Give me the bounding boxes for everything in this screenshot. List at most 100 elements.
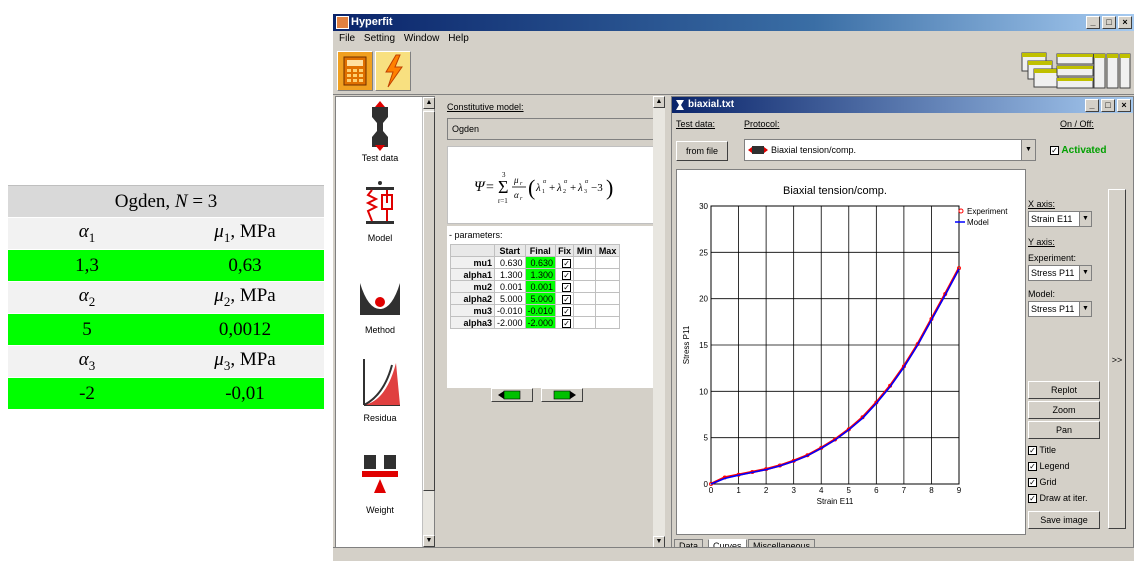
calculator-tool-button[interactable] (337, 51, 373, 91)
x-axis-select[interactable]: Strain E11 ▼ (1028, 211, 1092, 227)
param-min[interactable] (573, 280, 597, 293)
param-max[interactable] (595, 280, 621, 293)
sidebar-item-method[interactable]: Method (336, 269, 424, 339)
menu-help[interactable]: Help (448, 33, 469, 44)
menu-file[interactable]: File (339, 33, 355, 44)
copy-start-to-final-button[interactable] (541, 388, 583, 402)
maximize-button[interactable]: □ (1102, 16, 1116, 29)
close-button[interactable]: × (1118, 16, 1132, 29)
child-minimize-button[interactable]: _ (1085, 99, 1099, 112)
save-image-button[interactable]: Save image (1028, 511, 1100, 529)
param-max[interactable] (595, 256, 621, 269)
tile-vertical-button[interactable] (1092, 51, 1132, 91)
param-start[interactable]: -0.010 (494, 304, 526, 317)
param-start[interactable]: -2.000 (494, 316, 526, 329)
onoff-label: On / Off: (1060, 119, 1094, 129)
specimen-icon (676, 100, 684, 110)
fix-checkbox[interactable]: ✓ (562, 258, 572, 268)
param-final: -2.000 (524, 316, 557, 329)
sidebar-item-model[interactable]: Model (336, 181, 424, 251)
param-min[interactable] (573, 304, 597, 317)
zoom-button[interactable]: Zoom (1028, 401, 1100, 419)
param-max[interactable] (595, 268, 621, 281)
draw-at-iter-checkbox[interactable]: ✓ Draw at iter. (1028, 493, 1088, 503)
replot-button[interactable]: Replot (1028, 381, 1100, 399)
cascade-windows-button[interactable] (1020, 51, 1060, 91)
from-file-button[interactable]: from file (676, 141, 728, 161)
scroll-up-icon[interactable]: ▲ (423, 97, 435, 109)
series-line-experiment (710, 267, 961, 486)
fix-checkbox[interactable]: ✓ (562, 282, 572, 292)
scroll-down-icon[interactable]: ▼ (423, 535, 435, 547)
fix-checkbox[interactable]: ✓ (562, 294, 572, 304)
model-select[interactable]: Stress P11 ▼ (1028, 301, 1092, 317)
window-title: Hyperfit (351, 16, 393, 28)
param-start[interactable]: 1.300 (494, 268, 526, 281)
run-fit-tool-button[interactable] (375, 51, 411, 91)
child-close-button[interactable]: × (1117, 99, 1131, 112)
param-fix[interactable]: ✓ (555, 256, 575, 269)
activated-checkbox[interactable]: ✓ Activated (1050, 145, 1106, 156)
child-window-titlebar[interactable]: biaxial.txt _ □ × (672, 97, 1133, 113)
param-min[interactable] (573, 256, 597, 269)
param-start[interactable]: 0.630 (494, 256, 526, 269)
fix-checkbox[interactable]: ✓ (562, 270, 572, 280)
chart-area[interactable]: Biaxial tension/comp. 0 1 2 3 4 5 6 7 8 9 0 5 10 15 20 2… (676, 169, 1026, 535)
arrow-right-icon (553, 390, 576, 400)
param-final: 5.000 (524, 292, 557, 305)
fix-checkbox[interactable]: ✓ (562, 306, 572, 316)
param-fix[interactable]: ✓ (555, 280, 575, 293)
experiment-label: Experiment: (1028, 253, 1077, 263)
param-min[interactable] (573, 292, 597, 305)
param-fix[interactable]: ✓ (555, 292, 575, 305)
menu-setting[interactable]: Setting (364, 33, 395, 44)
minimize-button[interactable]: _ (1086, 16, 1100, 29)
sidebar-scrollbar[interactable]: ▲ ▼ (422, 97, 435, 547)
param-fix[interactable]: ✓ (555, 304, 575, 317)
param-min[interactable] (573, 316, 597, 329)
param-start[interactable]: 5.000 (494, 292, 526, 305)
pan-button[interactable]: Pan (1028, 421, 1100, 439)
expand-panel-button[interactable]: >> (1108, 189, 1126, 529)
chevron-down-icon[interactable]: ▼ (1021, 140, 1035, 160)
y-tick-label: 0 (704, 480, 709, 489)
param-max[interactable] (595, 292, 621, 305)
param-max[interactable] (595, 316, 621, 329)
param-fix[interactable]: ✓ (555, 316, 575, 329)
chevron-down-icon[interactable]: ▼ (1079, 212, 1091, 226)
sidebar-item-weight[interactable]: Weight (336, 449, 424, 519)
y-tick-label: 5 (704, 434, 709, 443)
grid-checkbox[interactable]: ✓ Grid (1028, 477, 1057, 487)
window-titlebar[interactable]: Hyperfit _ □ × (333, 14, 1134, 31)
param-max[interactable] (595, 304, 621, 317)
scroll-up-icon[interactable]: ▲ (653, 96, 665, 108)
legend-checkbox[interactable]: ✓ Legend (1028, 461, 1070, 471)
param-start[interactable]: 0.001 (494, 280, 526, 293)
sidebar-item-residua[interactable]: Residua (336, 355, 424, 425)
param-col-name (450, 244, 495, 257)
param-min[interactable] (573, 268, 597, 281)
chevron-down-icon[interactable]: ▼ (1079, 266, 1091, 280)
model-panel-scrollbar[interactable]: ▲ ▼ (653, 96, 665, 548)
menu-window[interactable]: Window (404, 33, 440, 44)
tile-horizontal-icon (1056, 53, 1094, 89)
copy-final-to-start-button[interactable] (491, 388, 533, 402)
x-tick-label: 3 (791, 486, 796, 495)
activated-check[interactable]: ✓ (1050, 146, 1059, 155)
param-fix[interactable]: ✓ (555, 268, 575, 281)
model-value: Stress P11 (1031, 304, 1075, 314)
fix-checkbox[interactable]: ✓ (562, 318, 572, 328)
protocol-select[interactable]: Biaxial tension/comp. ▼ (744, 139, 1036, 161)
title-checkbox[interactable]: ✓ Title (1028, 445, 1056, 455)
sidebar-item-test-data[interactable]: Test data (336, 99, 424, 169)
sidebar-scroll-thumb[interactable] (423, 111, 435, 491)
experiment-select[interactable]: Stress P11 ▼ (1028, 265, 1092, 281)
svg-text:): ) (606, 175, 613, 200)
ogden-table-header: Ogden, N = 3 (8, 185, 324, 218)
mu1-value: 0,63 (166, 249, 324, 282)
x-tick-label: 1 (736, 486, 741, 495)
child-maximize-button[interactable]: □ (1101, 99, 1115, 112)
tile-horizontal-button[interactable] (1055, 51, 1095, 91)
chevron-down-icon[interactable]: ▼ (1079, 302, 1091, 316)
constitutive-model-select[interactable]: Ogden (447, 118, 657, 140)
